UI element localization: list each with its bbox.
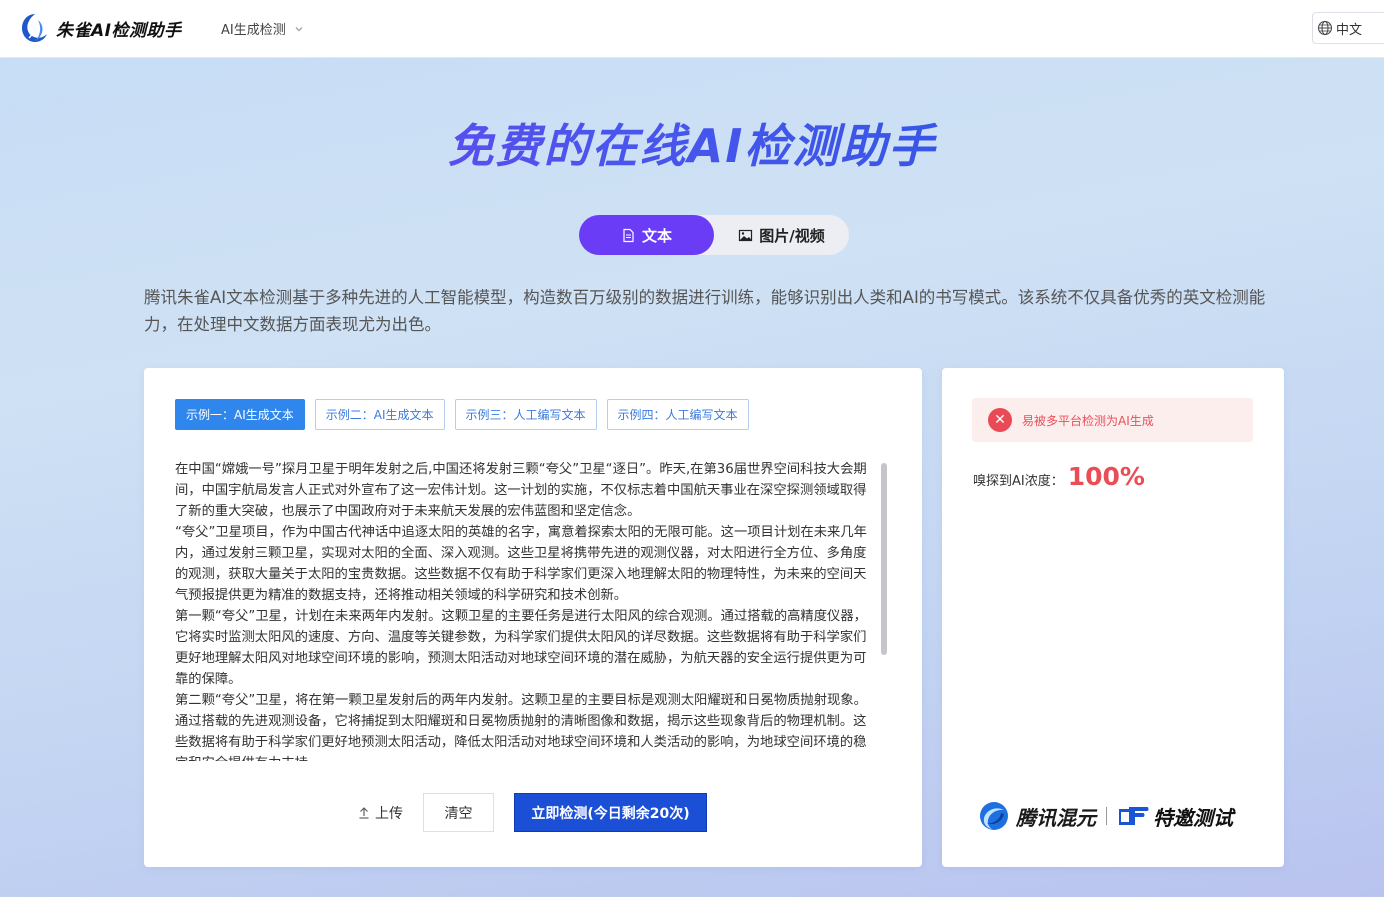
ai-score: 嗅探到AI浓度： 100% bbox=[973, 462, 1145, 491]
score-value: 100% bbox=[1067, 462, 1145, 491]
text-paragraph: “夸父”卫星项目，作为中国古代神话中追逐太阳的英雄的名字，寓意着探索太阳的无限可… bbox=[175, 525, 867, 603]
logo-text: 朱雀AI检测助手 bbox=[56, 20, 182, 41]
example-buttons: 示例一：AI生成文本 示例二：AI生成文本 示例三：人工编写文本 示例四：人工编… bbox=[175, 399, 759, 430]
brand-footer: 腾讯混元 特邀测试 bbox=[978, 800, 1233, 832]
language-label: 中文 bbox=[1336, 22, 1363, 38]
globe-icon bbox=[1318, 21, 1332, 35]
upload-label: 上传 bbox=[375, 805, 403, 822]
example-4-button[interactable]: 示例四：人工编写文本 bbox=[606, 399, 749, 430]
result-card: ✕ 易被多平台检测为AI生成 嗅探到AI浓度： 100% 腾讯混元 特邀测试 bbox=[942, 368, 1284, 867]
logo[interactable]: 朱雀AI检测助手 bbox=[20, 12, 181, 44]
text-input-area[interactable]: 在中国“嫦娥一号”探月卫星于明年发射之后,中国还将发射三颗“夸父”卫星“逐日”。… bbox=[175, 459, 877, 761]
brand-name: 腾讯混元 bbox=[1016, 805, 1096, 830]
document-icon bbox=[623, 228, 634, 242]
score-label: 嗅探到AI浓度： bbox=[973, 474, 1064, 489]
tab-image-video-label: 图片/视频 bbox=[759, 226, 825, 245]
tab-text[interactable]: 文本 bbox=[579, 215, 714, 255]
mode-tabs: 文本 图片/视频 bbox=[579, 215, 849, 255]
text-paragraph: 在中国“嫦娥一号”探月卫星于明年发射之后,中国还将发射三颗“夸父”卫星“逐日”。… bbox=[175, 462, 867, 519]
example-1-button[interactable]: 示例一：AI生成文本 bbox=[175, 399, 305, 430]
product-description: 腾讯朱雀AI文本检测基于多种先进的人工智能模型，构造数百万级别的数据进行训练，能… bbox=[144, 288, 1266, 334]
result-alert: ✕ 易被多平台检测为AI生成 bbox=[972, 398, 1253, 442]
example-2-button[interactable]: 示例二：AI生成文本 bbox=[314, 399, 445, 430]
tab-text-label: 文本 bbox=[641, 226, 672, 245]
page-title: 免费的在线AI检测助手 bbox=[0, 110, 1384, 176]
upload-button[interactable]: 上传 bbox=[358, 793, 413, 832]
example-3-button[interactable]: 示例三：人工编写文本 bbox=[454, 399, 597, 430]
alert-text: 易被多平台检测为AI生成 bbox=[1022, 413, 1154, 428]
language-switcher[interactable]: 中文 bbox=[1312, 12, 1384, 44]
text-paragraph: 第二颗“夸父”卫星，将在第一颗卫星发射后的两年内发射。这颗卫星的主要目标是观测太… bbox=[175, 693, 867, 761]
brand-divider bbox=[1106, 807, 1107, 825]
text-paragraph: 第一颗“夸父”卫星，计划在未来两年内发射。这颗卫星的主要任务是进行太阳风的综合观… bbox=[175, 609, 867, 687]
logo-icon bbox=[22, 14, 47, 42]
upload-icon bbox=[359, 806, 369, 819]
nav-menu-ai-detection[interactable]: AI生成检测 bbox=[221, 19, 304, 38]
detect-button[interactable]: 立即检测(今日剩余20次) bbox=[514, 793, 707, 832]
input-card: 示例一：AI生成文本 示例二：AI生成文本 示例三：人工编写文本 示例四：人工编… bbox=[144, 368, 922, 867]
pointing-hand-icon bbox=[1119, 807, 1149, 825]
action-bar: 上传 清空 立即检测(今日剩余20次) bbox=[358, 793, 707, 832]
hunyuan-logo-icon bbox=[980, 802, 1008, 830]
clear-button[interactable]: 清空 bbox=[423, 793, 494, 832]
invite-text: 特邀测试 bbox=[1153, 805, 1233, 830]
chevron-down-icon bbox=[295, 26, 303, 31]
close-circle-icon: ✕ bbox=[988, 408, 1012, 432]
text-scrollbar[interactable] bbox=[881, 463, 887, 655]
nav-menu-label: AI生成检测 bbox=[221, 23, 286, 38]
top-header: 朱雀AI检测助手 AI生成检测 中文 bbox=[0, 0, 1384, 58]
image-icon bbox=[739, 229, 753, 241]
tab-image-video[interactable]: 图片/视频 bbox=[714, 215, 849, 255]
